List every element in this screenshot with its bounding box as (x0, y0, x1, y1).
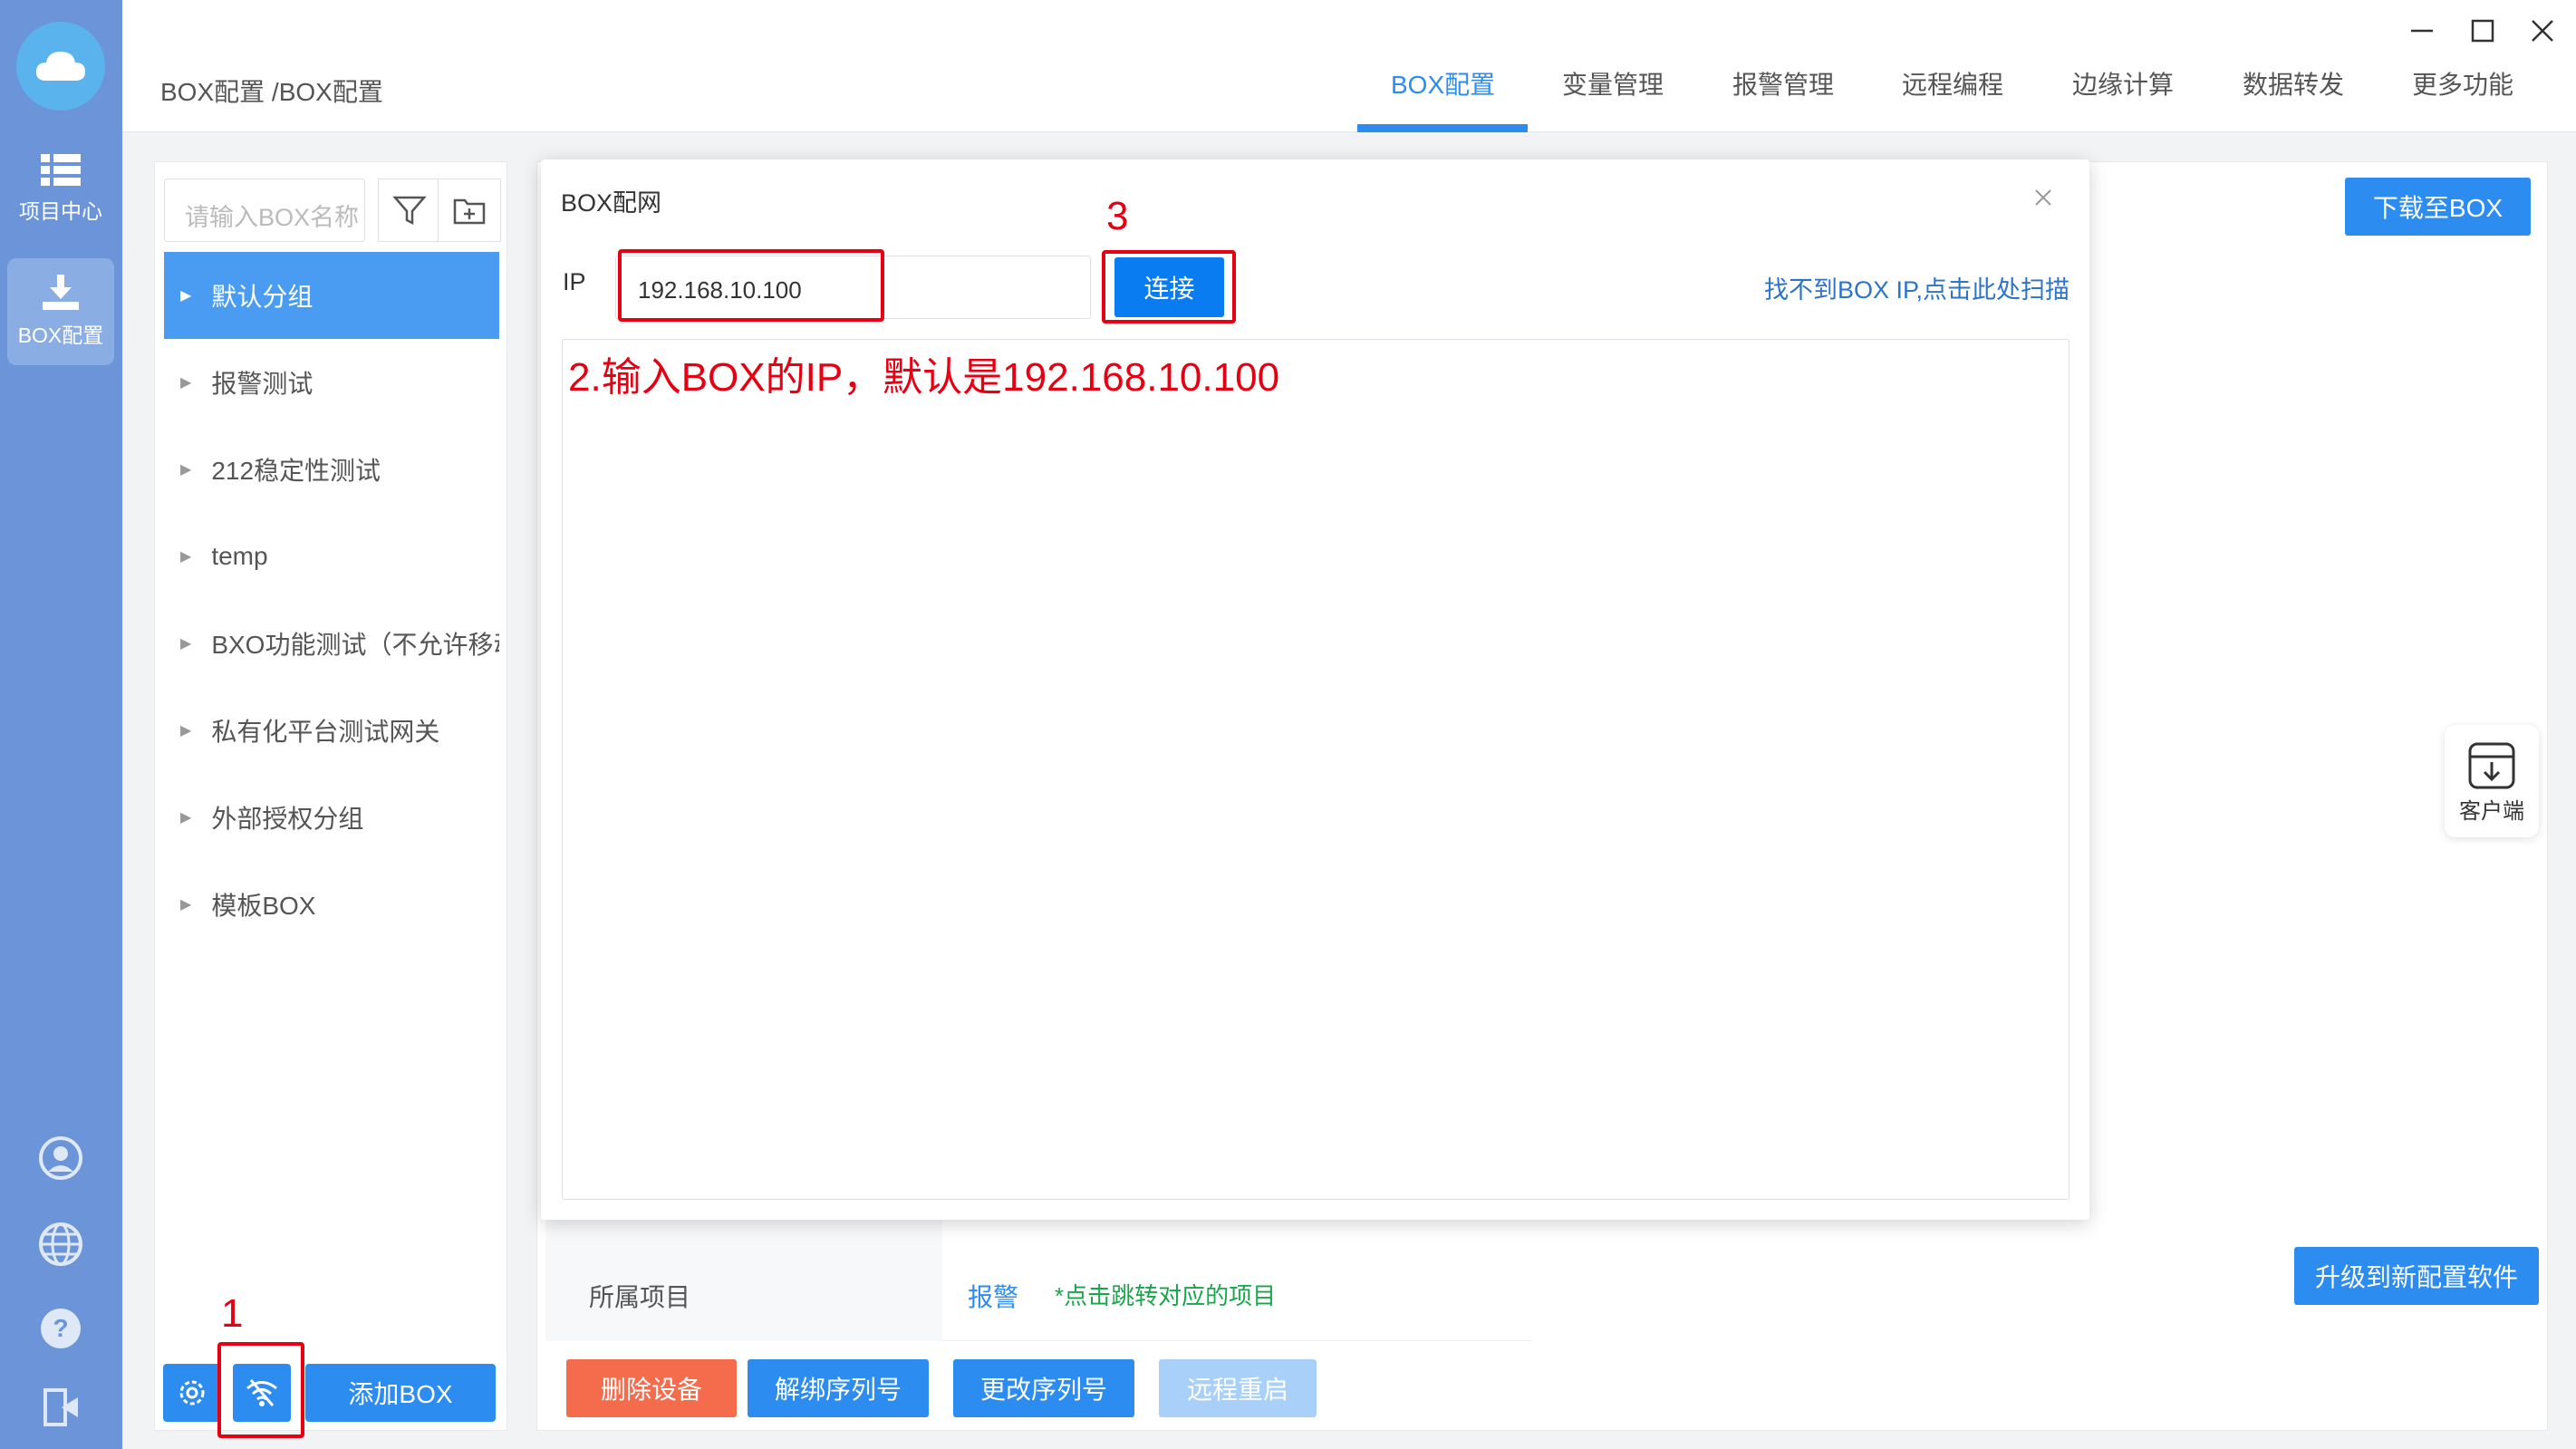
caret-right-icon: ▶ (180, 462, 192, 478)
group-item[interactable]: ▶ 模板BOX (164, 861, 499, 948)
rail-item-label: 项目中心 (19, 199, 102, 223)
download-box-icon (2468, 742, 2515, 788)
close-icon[interactable] (2524, 13, 2561, 49)
project-hint: *点击跳转对应的项目 (1055, 1282, 1277, 1309)
caret-right-icon: ▶ (180, 288, 192, 304)
group-item[interactable]: ▶ temp (164, 513, 499, 600)
group-item-label: 报警测试 (211, 370, 314, 398)
group-item-label: temp (211, 542, 268, 570)
annotation-step3: 3 (1106, 194, 1129, 238)
minimize-icon[interactable] (2404, 13, 2440, 49)
caret-right-icon: ▶ (180, 636, 192, 652)
client-download-float[interactable]: 客户端 (2445, 725, 2539, 837)
download-to-box-button[interactable]: 下载至BOX (2345, 178, 2531, 236)
caret-right-icon: ▶ (180, 897, 192, 913)
tab-remote-programming[interactable]: 远程编程 (1902, 65, 2003, 132)
group-item-label: 外部授权分组 (211, 805, 364, 833)
ip-label: IP (563, 268, 586, 295)
group-item-label: 模板BOX (211, 892, 316, 920)
user-icon[interactable] (36, 1134, 85, 1183)
group-item-label: 私有化平台测试网关 (211, 718, 440, 746)
tab-edge-computing[interactable]: 边缘计算 (2072, 65, 2174, 132)
add-box-button[interactable]: 添加BOX (305, 1364, 496, 1422)
annotation-box-ip (618, 249, 884, 322)
rail-item-label: BOX配置 (17, 324, 104, 347)
gear-icon (179, 1380, 205, 1406)
rail-item-project-center[interactable]: 项目中心 (7, 136, 114, 243)
group-item[interactable]: ▶ BXO功能测试（不允许移动） (164, 600, 499, 687)
tab-more-features[interactable]: 更多功能 (2412, 65, 2513, 132)
tab-alarm-management[interactable]: 报警管理 (1732, 65, 1834, 132)
group-item-label: BXO功能测试（不允许移动） (211, 631, 499, 659)
table-row: 所属项目 报警 *点击跳转对应的项目 (545, 1205, 1531, 1341)
logout-icon[interactable] (36, 1383, 85, 1432)
top-bar: BOX配置 /BOX配置 BOX配置 变量管理 报警管理 远程编程 边缘计算 数… (122, 0, 2576, 132)
annotation-box-step3 (1102, 250, 1236, 324)
upgrade-config-software-button[interactable]: 升级到新配置软件 (2294, 1247, 2539, 1305)
filter-icon (392, 196, 427, 226)
download-tray-icon (43, 275, 79, 310)
group-item-default[interactable]: ▶ 默认分组 (164, 252, 499, 339)
group-item[interactable]: ▶ 外部授权分组 (164, 774, 499, 861)
dialog-close-icon[interactable] (2025, 179, 2061, 216)
breadcrumb: BOX配置 /BOX配置 (160, 78, 383, 106)
device-info-table: 所属项目 报警 *点击跳转对应的项目 (545, 1205, 1531, 1341)
annotation-step2: 2.输入BOX的IP，默认是192.168.10.100 (568, 355, 1280, 400)
group-item-label: 默认分组 (211, 283, 314, 311)
filter-button[interactable] (378, 179, 441, 242)
project-label: 所属项目 (545, 1205, 942, 1341)
cloud-icon (35, 52, 85, 81)
caret-right-icon: ▶ (180, 375, 192, 391)
connection-log-area (562, 339, 2069, 1200)
group-item-label: 212稳定性测试 (211, 457, 381, 485)
group-item[interactable]: ▶ 212稳定性测试 (164, 426, 499, 513)
caret-right-icon: ▶ (180, 549, 192, 565)
unbind-serial-button[interactable]: 解绑序列号 (748, 1359, 929, 1417)
grid-list-icon (41, 154, 81, 186)
active-tab-indicator (1357, 124, 1528, 132)
project-link[interactable]: 报警 (968, 1278, 1018, 1314)
caret-right-icon: ▶ (180, 723, 192, 739)
box-search-input[interactable]: 请输入BOX名称 (164, 179, 365, 242)
globe-icon[interactable] (36, 1220, 85, 1269)
rail-item-box-config[interactable]: BOX配置 (7, 258, 114, 365)
dialog-title: BOX配网 (561, 189, 662, 217)
left-nav-rail: 项目中心 BOX配置 ? (0, 0, 122, 1449)
add-folder-icon (453, 198, 486, 225)
settings-button[interactable] (163, 1364, 221, 1422)
tab-variable-management[interactable]: 变量管理 (1562, 65, 1664, 132)
remote-reboot-button: 远程重启 (1159, 1359, 1317, 1417)
client-label: 客户端 (2459, 798, 2524, 824)
help-icon[interactable]: ? (36, 1304, 85, 1353)
svg-text:?: ? (53, 1314, 68, 1342)
annotation-box-step1 (217, 1342, 304, 1438)
group-item[interactable]: ▶ 报警测试 (164, 339, 499, 426)
maximize-icon[interactable] (2465, 13, 2501, 49)
tab-data-forwarding[interactable]: 数据转发 (2243, 65, 2344, 132)
caret-right-icon: ▶ (180, 810, 192, 826)
scan-box-ip-link[interactable]: 找不到BOX IP,点击此处扫描 (1764, 270, 2069, 305)
group-panel: 请输入BOX名称 ▶ 默认分组 ▶ 报警测试 ▶ 212稳定性测试 ▶ temp… (154, 161, 507, 1431)
group-item[interactable]: ▶ 私有化平台测试网关 (164, 687, 499, 774)
delete-device-button[interactable]: 删除设备 (566, 1359, 737, 1417)
app-logo (16, 22, 105, 111)
annotation-step1: 1 (221, 1291, 244, 1336)
tab-box-config[interactable]: BOX配置 (1391, 65, 1495, 132)
add-folder-button[interactable] (438, 179, 501, 242)
change-serial-button[interactable]: 更改序列号 (953, 1359, 1134, 1417)
